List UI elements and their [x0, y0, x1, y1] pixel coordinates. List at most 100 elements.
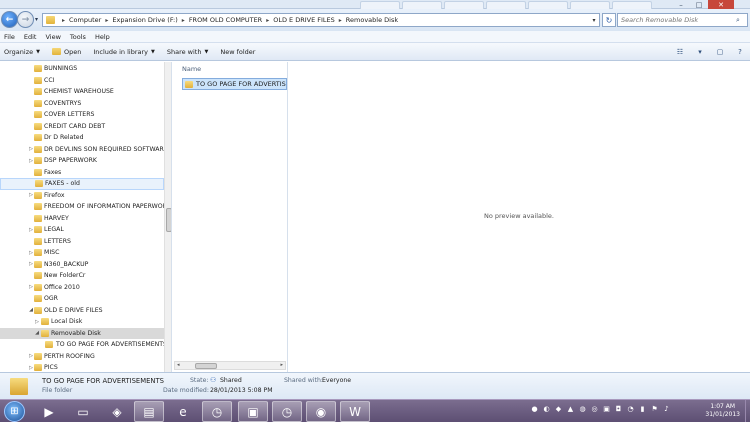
tree-item[interactable]: ▷ PICS	[0, 362, 164, 372]
address-bar[interactable]: ▸ Computer ▸ Expansion Drive (F:) ▸ FROM…	[42, 13, 600, 27]
tree-item[interactable]: New FolderCr	[0, 270, 164, 282]
speaker-icon[interactable]: ♪	[662, 404, 671, 413]
collapse-arrow-icon[interactable]: ◢	[34, 330, 40, 336]
tree-item[interactable]: COVER LETTERS	[0, 109, 164, 121]
expand-arrow-icon[interactable]: ▷	[34, 319, 40, 325]
taskbar-utility[interactable]: ◈	[102, 401, 132, 422]
forward-button[interactable]: →	[17, 11, 34, 28]
background-tab[interactable]	[486, 1, 526, 9]
action-center-flag-icon[interactable]: ⚑	[650, 404, 659, 413]
recent-pages-dropdown[interactable]: ▾	[35, 16, 38, 23]
breadcrumb-computer[interactable]: Computer	[69, 16, 101, 24]
column-header-name[interactable]: Name	[182, 65, 201, 73]
show-desktop-button[interactable]	[745, 400, 750, 422]
navigation-scrollbar[interactable]	[164, 62, 171, 372]
taskbar-windows-explorer[interactable]: ▤	[134, 401, 164, 422]
taskbar-clock-app-2[interactable]: ◷	[272, 401, 302, 422]
tree-item[interactable]: FREEDOM OF INFORMATION PAPERWORK	[0, 201, 171, 213]
tree-item[interactable]: ◢ OLD E DRIVE FILES	[0, 305, 164, 317]
tree-item[interactable]: OGR	[0, 293, 164, 305]
help-button[interactable]: ?	[734, 46, 746, 58]
tree-item[interactable]: FAXES - old	[0, 178, 164, 190]
tree-item[interactable]: ◢ Removable Disk	[0, 327, 164, 339]
tree-item[interactable]: ▷ Firefox	[0, 190, 164, 202]
tray-icon[interactable]: ▣	[602, 404, 611, 413]
tray-icon[interactable]: ◆	[554, 404, 563, 413]
tray-icon[interactable]: ◐	[542, 404, 551, 413]
menu-tools[interactable]: Tools	[70, 33, 86, 41]
menu-edit[interactable]: Edit	[24, 33, 37, 41]
tray-icon[interactable]: ●	[530, 404, 539, 413]
chevron-right-icon[interactable]: ▸	[182, 17, 185, 24]
chevron-right-icon[interactable]: ▸	[105, 17, 108, 24]
taskbar-folder[interactable]: ▭	[68, 401, 98, 422]
share-with-button[interactable]: Share with ▼	[167, 48, 208, 56]
scroll-right-icon[interactable]: ▸	[280, 362, 283, 368]
tree-item[interactable]: BUNNINGS	[0, 63, 164, 75]
breadcrumb-old-e-drive-files[interactable]: OLD E DRIVE FILES	[273, 16, 335, 24]
tree-item[interactable]: ▷ LEGAL	[0, 224, 164, 236]
tree-item[interactable]: COVENTRYS	[0, 98, 164, 110]
tree-item[interactable]: CREDIT CARD DEBT	[0, 121, 164, 133]
background-tab[interactable]	[570, 1, 610, 9]
background-tab[interactable]	[360, 1, 400, 9]
back-button[interactable]: ←	[1, 11, 18, 28]
tree-item[interactable]: Dr D Related	[0, 132, 164, 144]
tree-item[interactable]: ▷ MISC	[0, 247, 164, 259]
taskbar-media-player[interactable]: ▶	[34, 401, 64, 422]
organize-button[interactable]: Organize ▼	[4, 48, 40, 56]
tree-item[interactable]: ▷ Local Disk	[0, 316, 164, 328]
start-button[interactable]: ⊞	[4, 401, 25, 422]
preview-pane-button[interactable]: ▢	[714, 46, 726, 58]
search-box[interactable]: ⌕	[617, 13, 748, 27]
view-dropdown[interactable]: ▾	[694, 46, 706, 58]
search-input[interactable]	[621, 16, 736, 24]
background-tab[interactable]	[612, 1, 652, 9]
tree-item[interactable]: ▷ DR DEVLINS SON REQUIRED SOFTWARE	[0, 144, 168, 156]
menu-help[interactable]: Help	[95, 33, 110, 41]
address-history-dropdown[interactable]: ▾	[589, 14, 599, 26]
scrollbar-thumb[interactable]	[195, 363, 217, 369]
menu-file[interactable]: File	[4, 33, 15, 41]
chevron-right-icon[interactable]: ▸	[339, 17, 342, 24]
tree-item[interactable]: ▷ N360_BACKUP	[0, 259, 164, 271]
file-list-item[interactable]: TO GO PAGE FOR ADVERTISEM	[182, 78, 287, 90]
tree-item[interactable]: LETTERS	[0, 236, 164, 248]
tree-item[interactable]: ▷ DSP PAPERWORK	[0, 155, 164, 167]
include-in-library-button[interactable]: Include in library ▼	[93, 48, 155, 56]
minimize-button[interactable]: –	[672, 0, 690, 9]
taskbar-word[interactable]: W	[340, 401, 370, 422]
tree-item[interactable]: HARVEY	[0, 213, 164, 225]
close-button[interactable]: ✕	[708, 0, 734, 9]
tree-item[interactable]: TO GO PAGE FOR ADVERTISEMENTS	[0, 339, 167, 351]
tree-item[interactable]: CHEMIST WAREHOUSE	[0, 86, 164, 98]
background-tab[interactable]	[444, 1, 484, 9]
tree-item[interactable]: ▷ Office 2010	[0, 282, 164, 294]
taskbar-clock-app[interactable]: ◷	[202, 401, 232, 422]
background-tab[interactable]	[402, 1, 442, 9]
taskbar-screen-app[interactable]: ▣	[238, 401, 268, 422]
menu-view[interactable]: View	[45, 33, 60, 41]
open-button[interactable]: Open	[51, 48, 81, 56]
tray-icon[interactable]: ◘	[614, 404, 623, 413]
taskbar-chrome[interactable]: ◉	[306, 401, 336, 422]
scroll-left-icon[interactable]: ◂	[177, 362, 180, 368]
background-tab[interactable]	[528, 1, 568, 9]
breadcrumb-removable-disk[interactable]: Removable Disk	[346, 16, 398, 24]
tree-item[interactable]: CCI	[0, 75, 164, 87]
breadcrumb-expansion-drive[interactable]: Expansion Drive (F:)	[112, 16, 177, 24]
tree-item[interactable]: Faxes	[0, 167, 164, 179]
breadcrumb-from-old-computer[interactable]: FROM OLD COMPUTER	[189, 16, 262, 24]
chevron-right-icon[interactable]: ▸	[62, 17, 65, 24]
chevron-right-icon[interactable]: ▸	[266, 17, 269, 24]
change-view-button[interactable]: ☷	[674, 46, 686, 58]
tray-icon[interactable]: ◎	[590, 404, 599, 413]
tray-icon[interactable]: ◍	[578, 404, 587, 413]
system-clock[interactable]: 1:07 AM 31/01/2013	[705, 403, 740, 419]
search-icon[interactable]: ⌕	[736, 16, 740, 25]
file-list-horizontal-scrollbar[interactable]: ◂ ▸	[174, 361, 286, 370]
taskbar-internet-explorer[interactable]: e	[168, 401, 198, 422]
tray-icon[interactable]: ▲	[566, 404, 575, 413]
new-folder-button[interactable]: New folder	[220, 48, 255, 56]
refresh-button[interactable]: ↻	[602, 13, 616, 27]
